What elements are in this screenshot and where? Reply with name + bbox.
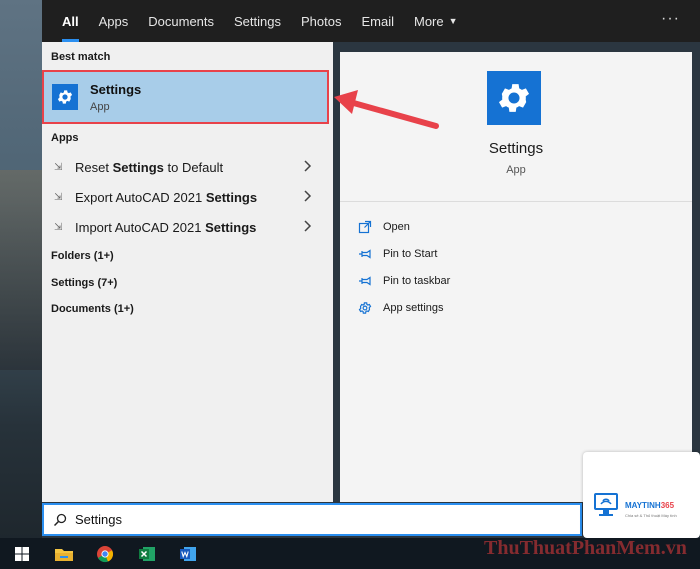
desktop-wallpaper <box>0 0 42 569</box>
action-open[interactable]: Open <box>358 216 410 238</box>
tab-documents[interactable]: Documents <box>138 0 224 42</box>
preview-title: Settings <box>488 140 544 157</box>
open-icon <box>358 220 374 234</box>
tab-label: Settings <box>234 13 281 29</box>
category-folders[interactable]: Folders (1+) <box>51 250 114 262</box>
search-box[interactable] <box>42 503 582 536</box>
chrome-icon[interactable] <box>94 543 116 565</box>
tab-all[interactable]: All <box>52 0 89 42</box>
category-settings[interactable]: Settings (7+) <box>51 277 117 289</box>
more-options-button[interactable]: ··· <box>661 10 680 28</box>
taskbar <box>0 538 700 569</box>
tab-email[interactable]: Email <box>351 0 404 42</box>
action-app-settings[interactable]: App settings <box>358 297 444 319</box>
tab-label: Photos <box>301 13 342 29</box>
site-logo-watermark: MAYTINH365 Chia sẻ & Thủ thuật Máy tính <box>583 452 700 538</box>
gear-icon <box>487 71 541 125</box>
gear-icon <box>52 84 78 110</box>
action-label: App settings <box>383 302 444 314</box>
chevron-right-icon[interactable] <box>303 189 313 203</box>
action-label: Open <box>383 221 410 233</box>
app-result-export-autocad-settings[interactable]: ⇲ Export AutoCAD 2021 Settings <box>42 182 327 212</box>
app-shortcut-icon: ⇲ <box>54 161 63 173</box>
action-label: Pin to taskbar <box>383 275 451 287</box>
best-match-title: Settings <box>90 81 142 97</box>
pin-icon <box>358 247 374 261</box>
app-result-label: Export AutoCAD 2021 Settings <box>75 189 258 205</box>
tab-label: Email <box>361 13 394 29</box>
logo-tagline: Chia sẻ & Thủ thuật Máy tính <box>625 513 677 518</box>
action-pin-to-start[interactable]: Pin to Start <box>358 243 437 265</box>
tab-apps[interactable]: Apps <box>89 0 139 42</box>
app-result-label: Reset Settings to Default <box>75 159 224 175</box>
tab-label: More <box>414 13 444 29</box>
chevron-right-icon[interactable] <box>303 219 313 233</box>
caret-down-icon: ▼ <box>448 16 458 26</box>
file-explorer-icon[interactable] <box>53 543 75 565</box>
monitor-logo-icon <box>594 493 618 516</box>
word-icon[interactable] <box>177 543 199 565</box>
tab-photos[interactable]: Photos <box>291 0 351 42</box>
divider <box>340 201 692 202</box>
best-match-result[interactable]: Settings App <box>42 70 329 124</box>
search-scope-tabs: All Apps Documents Settings Photos Email… <box>42 0 700 42</box>
app-result-import-autocad-settings[interactable]: ⇲ Import AutoCAD 2021 Settings <box>42 212 327 242</box>
tab-settings[interactable]: Settings <box>224 0 291 42</box>
excel-icon[interactable] <box>136 543 158 565</box>
preview-subtitle: App <box>506 164 526 176</box>
annotation-arrow <box>334 90 439 129</box>
apps-heading: Apps <box>51 132 79 144</box>
category-documents[interactable]: Documents (1+) <box>51 303 134 315</box>
pin-icon <box>358 274 374 288</box>
tab-label: Apps <box>98 13 129 29</box>
action-label: Pin to Start <box>383 248 438 260</box>
gear-icon <box>358 301 374 315</box>
app-shortcut-icon: ⇲ <box>54 221 63 233</box>
best-match-subtitle: App <box>90 100 110 113</box>
app-result-label: Import AutoCAD 2021 Settings <box>75 219 257 235</box>
app-shortcut-icon: ⇲ <box>54 191 63 203</box>
app-result-reset-settings[interactable]: ⇲ Reset Settings to Default <box>42 152 327 182</box>
search-icon <box>53 513 69 527</box>
logo-brand-text: MAYTINH365 <box>625 501 675 510</box>
action-pin-to-taskbar[interactable]: Pin to taskbar <box>358 270 450 292</box>
best-match-heading: Best match <box>51 51 111 63</box>
search-input[interactable] <box>75 512 555 527</box>
results-panel: Best match Settings App Apps ⇲ Reset Set… <box>42 42 333 502</box>
tab-label: Documents <box>148 13 215 29</box>
tab-more[interactable]: More ▼ <box>404 0 468 42</box>
chevron-right-icon[interactable] <box>303 159 313 173</box>
windows-icon[interactable] <box>11 543 33 565</box>
tab-label: All <box>62 13 79 29</box>
